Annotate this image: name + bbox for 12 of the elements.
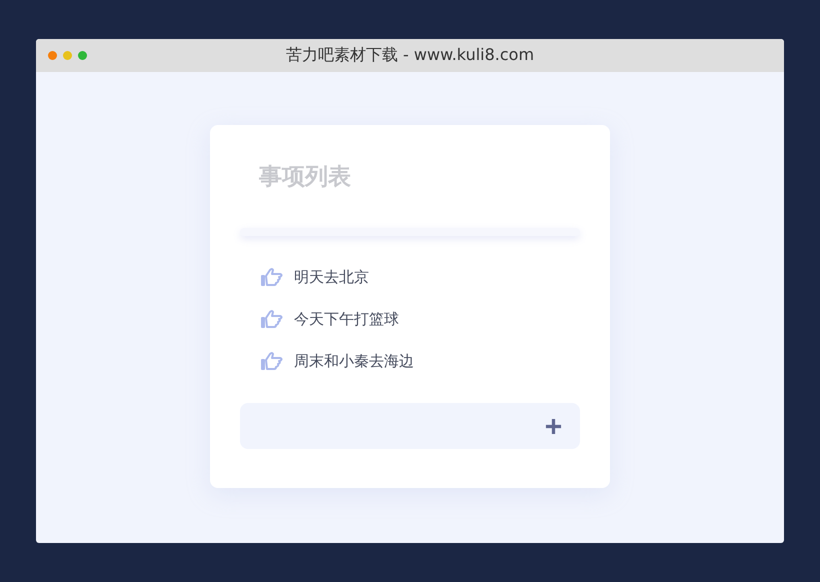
- maximize-dot-icon[interactable]: [78, 51, 87, 60]
- window-title: 苦力吧素材下载 - www.kuli8.com: [286, 45, 534, 66]
- pointing-hand-icon: [260, 351, 284, 371]
- pointing-hand-icon: [260, 309, 284, 329]
- todo-item-text: 今天下午打篮球: [294, 310, 399, 328]
- pointing-hand-icon: [260, 267, 284, 287]
- plus-icon: [545, 418, 562, 434]
- close-dot-icon[interactable]: [48, 51, 57, 60]
- todo-item-text: 周末和小秦去海边: [294, 352, 414, 370]
- new-item-field[interactable]: [240, 403, 580, 449]
- minimize-dot-icon[interactable]: [63, 51, 72, 60]
- todo-item-text: 明天去北京: [294, 268, 369, 286]
